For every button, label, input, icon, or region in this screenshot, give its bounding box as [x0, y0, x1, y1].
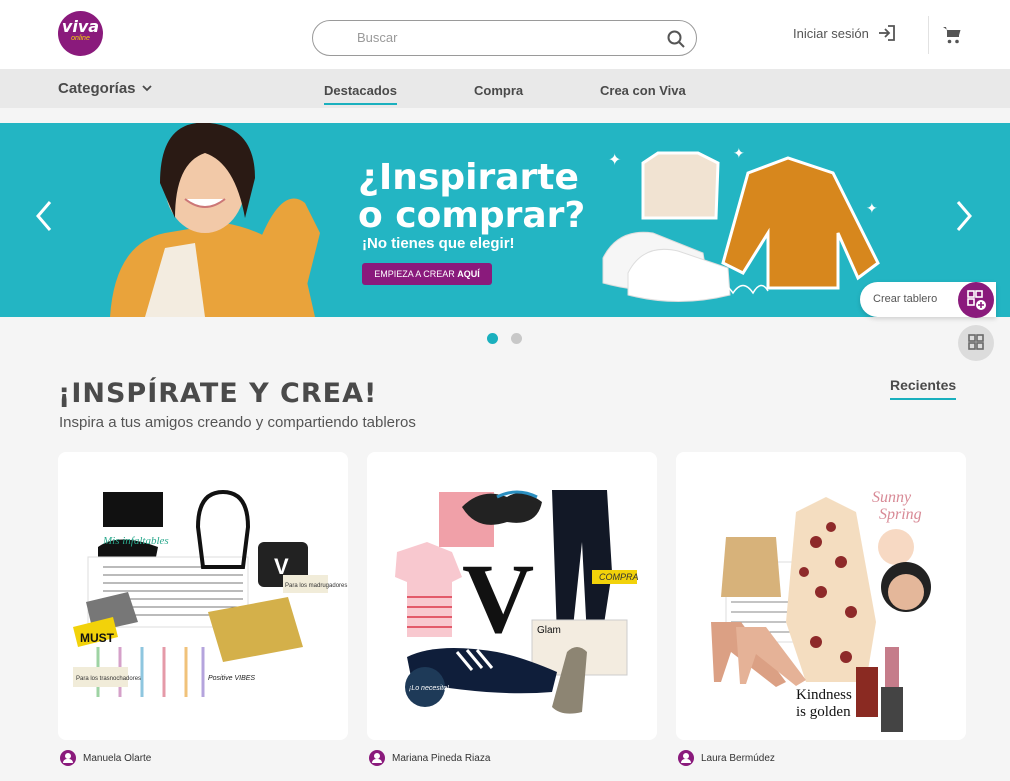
create-board-plus-icon[interactable]: [958, 282, 994, 318]
top-header: viva online Iniciar sesión: [0, 0, 1010, 69]
board-card-3[interactable]: Sunny Spring Kindness is golden: [676, 452, 966, 740]
model-photo: [110, 123, 320, 317]
carousel-dot-1[interactable]: [487, 333, 498, 344]
board-collage-2: V COMPRA Glam ¡Lo necesito!: [395, 490, 639, 714]
create-board-label: Crear tablero: [873, 293, 938, 305]
banner-title-line1: ¿Inspirarte: [358, 157, 579, 198]
categories-label: Categorías: [58, 80, 136, 97]
caption-v-letter: V: [462, 543, 534, 654]
board-author-2[interactable]: Mariana Pineda Riaza: [369, 750, 490, 766]
login-arrow-icon: [878, 25, 895, 41]
search-box: [312, 20, 697, 56]
caption-mis-infaltables: Mis infaltables: [102, 535, 169, 547]
avatar-icon: [678, 750, 694, 766]
board-author-1[interactable]: Manuela Olarte: [60, 750, 151, 766]
caption-is-golden: is golden: [796, 704, 851, 720]
caption-positive-vibes: Positive VIBES: [208, 675, 255, 682]
tab-compra[interactable]: Compra: [474, 83, 523, 98]
search-input[interactable]: [357, 30, 657, 45]
banner-next-arrow-icon[interactable]: [952, 196, 976, 236]
avatar-icon: [60, 750, 76, 766]
svg-text:✦: ✦: [608, 152, 621, 169]
category-nav: Categorías Destacados Compra Crea con Vi…: [0, 69, 1010, 108]
board-card-1[interactable]: Mis infaltables V Para los madrugadores …: [58, 452, 348, 740]
banner-subtitle: ¡No tienes que elegir!: [362, 235, 515, 252]
cta-label-bold: AQUÍ: [457, 269, 480, 279]
board-collage-1: Mis infaltables V Para los madrugadores …: [73, 489, 347, 697]
caption-trasnochadores: Para los trasnochadores: [76, 676, 141, 682]
sort-recientes-tab[interactable]: Recientes: [890, 377, 957, 400]
author-name: Laura Bermúdez: [701, 752, 775, 764]
section-title: ¡INSPÍRATE Y CREA!: [58, 378, 378, 409]
banner-cta-button[interactable]: EMPIEZA A CREAR AQUÍ: [362, 263, 492, 285]
chevron-down-icon: [141, 85, 152, 92]
board-author-3[interactable]: Laura Bermúdez: [678, 750, 775, 766]
caption-glam: Glam: [537, 625, 561, 636]
tab-destacados[interactable]: Destacados: [324, 83, 397, 105]
board-card-2[interactable]: V COMPRA Glam ¡Lo necesito!: [367, 452, 657, 740]
author-name: Mariana Pineda Riaza: [392, 752, 491, 764]
boards-icon[interactable]: [958, 325, 994, 361]
cta-label: EMPIEZA A CREAR: [374, 269, 458, 279]
banner-title-line2: o comprar?: [358, 195, 586, 236]
section-subtitle: Inspira a tus amigos creando y compartie…: [59, 414, 416, 431]
banner-title: ¿Inspirarte o comprar?: [358, 159, 585, 235]
svg-text:✦: ✦: [733, 145, 745, 161]
login-label: Iniciar sesión: [793, 25, 869, 41]
cart-icon[interactable]: [942, 25, 962, 45]
board-collage-3: Sunny Spring Kindness is golden: [711, 489, 931, 732]
banner-products-illustration: ✦ ✦ ✦: [602, 145, 880, 302]
caption-sunny: Sunny: [872, 489, 912, 506]
caption-madrugadores: Para los madrugadores: [285, 583, 347, 589]
tab-crea-con-viva[interactable]: Crea con Viva: [600, 83, 686, 98]
caption-kindness: Kindness: [796, 687, 852, 703]
svg-text:✦: ✦: [866, 200, 878, 216]
avatar-icon: [369, 750, 385, 766]
hero-banner[interactable]: ¿Inspirarte o comprar? ¡No tienes que el…: [0, 123, 1010, 317]
viva-logo[interactable]: viva online: [58, 11, 103, 56]
caption-compra: COMPRA: [599, 572, 639, 582]
banner-prev-arrow-icon[interactable]: [32, 196, 56, 236]
caption-lo-necesito: ¡Lo necesito!: [409, 685, 449, 692]
caption-must: MUST: [80, 631, 115, 645]
search-icon[interactable]: [666, 29, 686, 49]
caption-spring: Spring: [879, 506, 922, 523]
login-link[interactable]: Iniciar sesión: [793, 24, 897, 42]
logo-subtext: online: [71, 35, 90, 42]
categories-dropdown[interactable]: Categorías: [58, 80, 152, 97]
carousel-dots: [487, 333, 522, 344]
logo-text: viva: [61, 17, 100, 36]
header-divider: [928, 16, 929, 54]
author-name: Manuela Olarte: [83, 752, 152, 764]
carousel-dot-2[interactable]: [511, 333, 522, 344]
